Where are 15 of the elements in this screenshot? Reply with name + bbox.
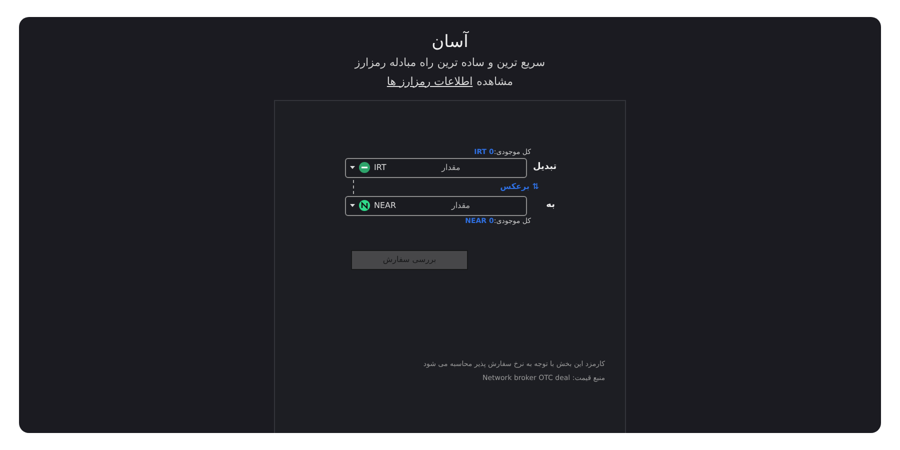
subtitle: سریع ترین و ساده ترین راه مبادله رمزارز xyxy=(354,55,546,72)
amount-field[interactable]: مقدار xyxy=(400,200,470,212)
info-text: مشاهده xyxy=(476,74,514,90)
swap-link[interactable]: ⇅ برعکس xyxy=(500,180,539,193)
info-link[interactable]: اطلاعات رمزارز ها xyxy=(386,74,473,90)
field-label: تبدیل xyxy=(533,160,555,174)
currency-label: IRT xyxy=(374,162,386,174)
field-label: به xyxy=(545,198,555,212)
coin-icon xyxy=(359,162,370,174)
page-title: آسان xyxy=(432,31,468,54)
amount-field[interactable]: مقدار xyxy=(390,162,460,174)
caret-icon[interactable] xyxy=(350,166,355,170)
near-coin-icon xyxy=(359,200,370,212)
caret-icon[interactable] xyxy=(350,204,355,208)
currency-label: NEAR xyxy=(374,200,396,212)
